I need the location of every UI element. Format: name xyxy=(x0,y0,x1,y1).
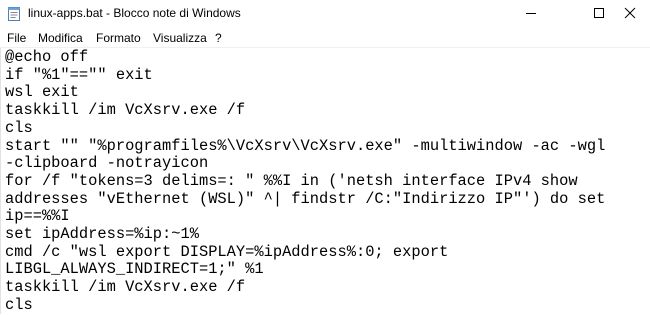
title-bar[interactable]: linux-apps.bat - Blocco note di Windows xyxy=(0,0,650,30)
editor-line: for /f "tokens=3 delims=: " %%I in ('net… xyxy=(5,171,578,190)
menu-bar: File Modifica Formato Visualizza ? xyxy=(0,30,650,47)
close-icon xyxy=(624,6,636,24)
menu-formato[interactable]: Formato xyxy=(96,30,141,47)
minimize-button[interactable] xyxy=(508,0,554,30)
editor-line: cls xyxy=(5,295,33,314)
editor-line: LIBGL_ALWAYS_INDIRECT=1;" %1 xyxy=(5,260,264,279)
editor-line: -clipboard -notrayicon xyxy=(5,154,209,173)
window-title: linux-apps.bat - Blocco note di Windows xyxy=(28,6,241,20)
editor-line: if "%1"=="" exit xyxy=(5,65,153,84)
minimize-icon xyxy=(525,6,537,24)
close-button[interactable] xyxy=(610,0,650,30)
menu-help[interactable]: ? xyxy=(215,30,222,47)
editor-line: set ipAddress=%ip:~1% xyxy=(5,225,199,243)
menu-modifica[interactable]: Modifica xyxy=(38,30,83,47)
menu-visualizza[interactable]: Visualizza xyxy=(153,30,207,47)
editor-line: taskkill /im VcXsrv.exe /f xyxy=(5,278,246,297)
notepad-window: linux-apps.bat - Blocco note di Windows xyxy=(0,0,650,314)
editor-line: cls xyxy=(5,118,33,137)
menu-file[interactable]: File xyxy=(7,30,26,47)
editor-line: taskkill /im VcXsrv.exe /f xyxy=(5,101,246,120)
editor-line: addresses "vEthernet (WSL)" ^| findstr /… xyxy=(5,189,606,208)
editor-line: start "" "%programfiles%\VcXsrv\VcXsrv.e… xyxy=(5,136,606,155)
editor-line: ip==%%I xyxy=(5,207,70,226)
editor-line: @echo off xyxy=(5,48,89,66)
editor-line: cmd /c "wsl export DISPLAY=%ipAddress%:0… xyxy=(5,242,449,261)
maximize-icon xyxy=(593,6,605,24)
editor-line: wsl exit xyxy=(5,83,79,102)
text-editor[interactable]: @echo off if "%1"=="" exit wsl exit task… xyxy=(0,48,650,314)
notepad-icon[interactable] xyxy=(6,6,22,22)
